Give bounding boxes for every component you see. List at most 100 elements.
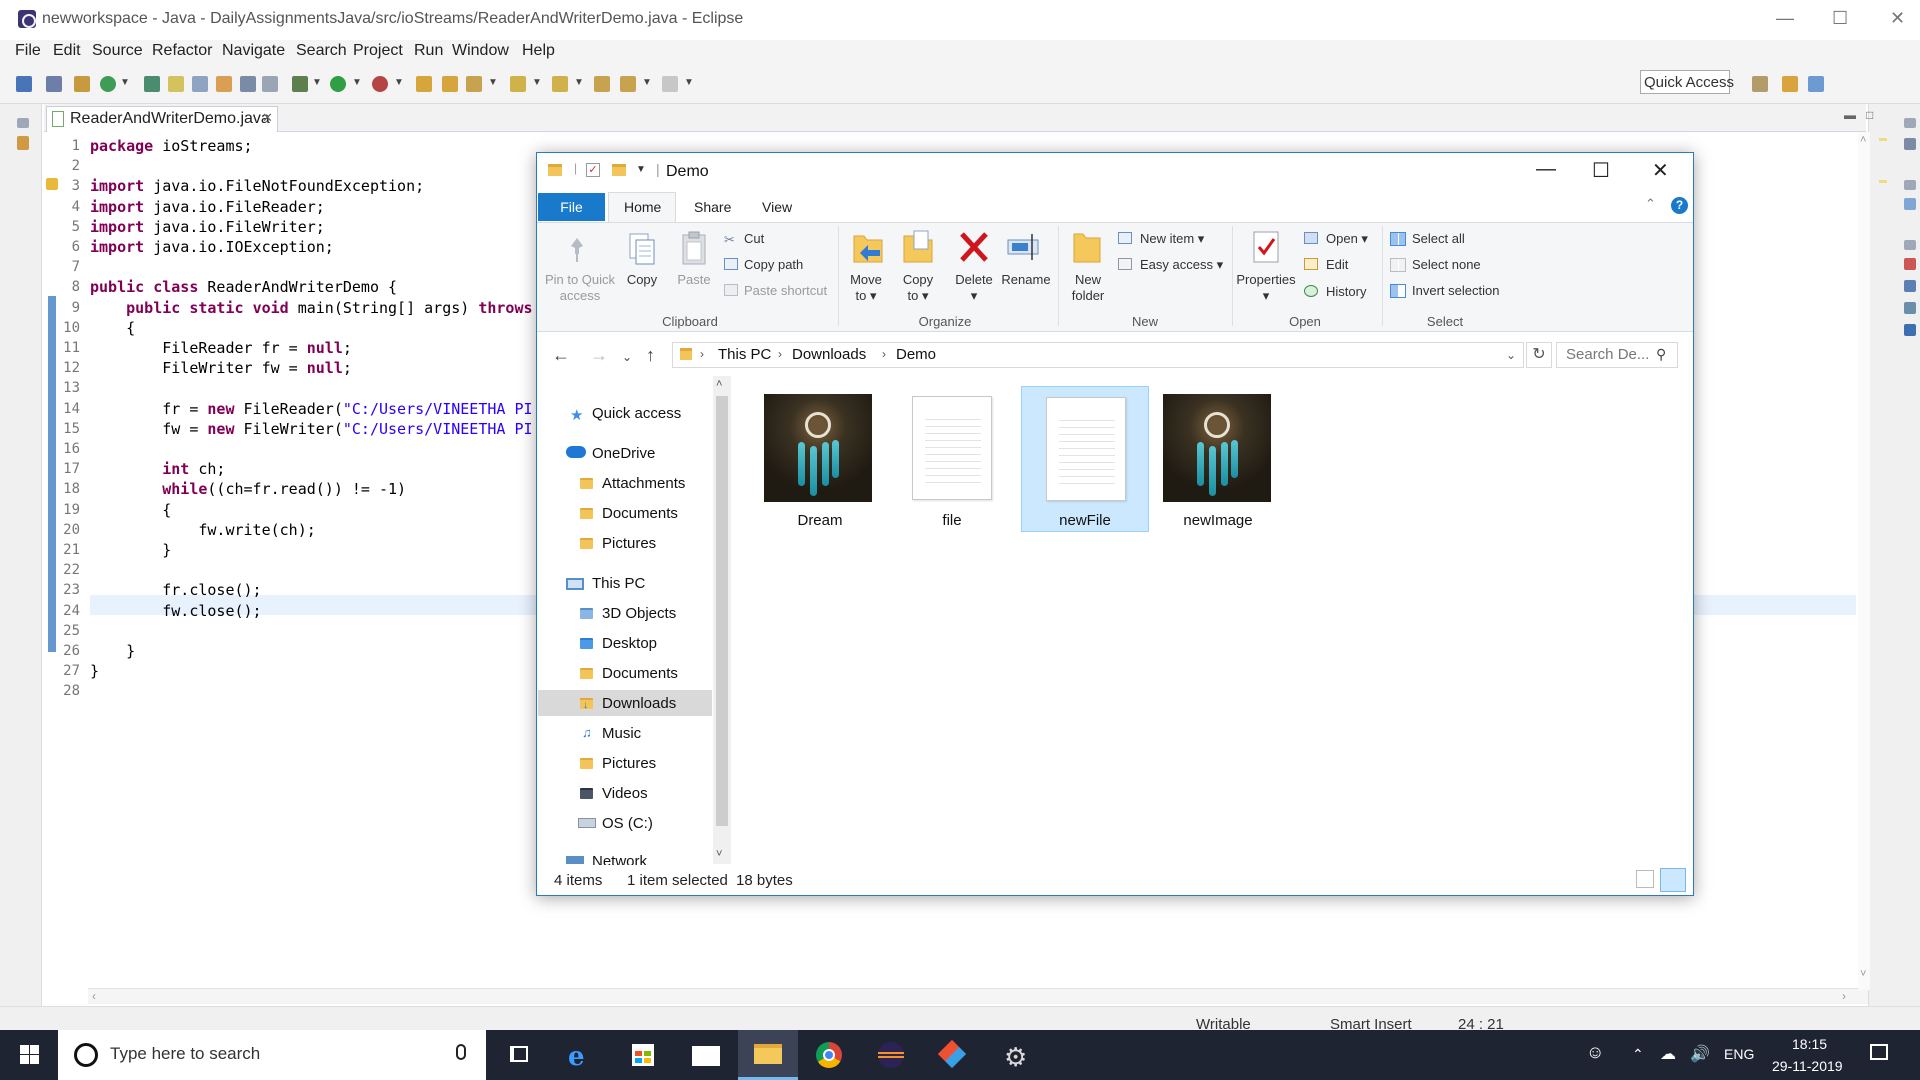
customize-qat-icon[interactable]: ▼ [636,164,646,175]
paste-shortcut-button[interactable]: Paste shortcut [744,283,827,298]
back-arrow-icon[interactable]: ← [552,345,570,366]
nav-music[interactable]: Music [602,725,641,742]
outline-icon[interactable] [1904,138,1916,150]
minimize-icon[interactable]: — [1536,158,1556,181]
open-folder-icon[interactable] [416,76,432,92]
scroll-left-icon[interactable]: ‹ [92,989,96,1003]
paste-button[interactable]: Paste [674,272,714,287]
scroll-down-icon[interactable]: ˅ [1860,968,1866,980]
start-button[interactable] [0,1030,58,1080]
java-perspective-icon[interactable] [1808,76,1824,92]
large-icons-view-icon[interactable] [1660,868,1686,892]
delete-button[interactable]: Delete [952,272,996,287]
onedrive-tray-icon[interactable]: ☁ [1660,1044,1676,1064]
horizontal-scrollbar[interactable] [88,988,1868,1004]
next-annotation-icon[interactable] [510,76,526,92]
nav-3d-objects[interactable]: 3D Objects [602,605,676,622]
maximize-icon[interactable]: ☐ [1592,158,1610,183]
scroll-up-icon[interactable]: ˄ [1860,134,1866,146]
file-item-dream[interactable] [756,386,884,532]
open-button[interactable]: Open ▾ [1326,231,1368,247]
scroll-down-icon[interactable]: ˅ [716,848,722,860]
search-file-icon[interactable] [216,76,232,92]
clock-date[interactable]: 29-11-2019 [1772,1058,1843,1074]
chevron-down-icon[interactable]: ▼ [574,77,584,88]
open-task-icon[interactable] [442,76,458,92]
nav-onedrive-pictures[interactable]: Pictures [602,535,656,552]
copy-to-button[interactable]: Copy to ▾ [898,272,938,304]
code-line[interactable]: while((ch=fr.read()) != -1) [90,480,406,498]
menu-run[interactable]: Run [414,42,443,60]
nav-quick-access[interactable]: Quick access [592,405,681,422]
clock-time[interactable]: 18:15 [1792,1036,1827,1052]
code-line[interactable]: fw = new FileWriter("C:/Users/VINEETHA P… [90,420,532,438]
code-line[interactable]: FileReader fr = null; [90,339,352,357]
properties-qat-icon[interactable]: ✓ [586,163,600,177]
toggle-mark-icon[interactable] [192,76,208,92]
code-line[interactable]: import java.io.FileReader; [90,198,325,216]
restore-icon[interactable] [1904,118,1916,128]
select-all-button[interactable]: Select all [1412,231,1465,246]
nav-onedrive-documents[interactable]: Documents [602,505,678,522]
open-brush-icon[interactable] [466,76,482,92]
chevron-down-icon[interactable]: ▼ [642,77,652,88]
minimize-icon[interactable]: — [1776,8,1794,29]
debug-icon[interactable] [292,76,308,92]
menu-project[interactable]: Project [353,42,403,60]
build-icon[interactable] [74,76,90,92]
last-edit-icon[interactable] [594,76,610,92]
copy-path-button[interactable]: Copy path [744,257,803,272]
move-to-button[interactable]: Move to ▾ [846,272,886,304]
store-button[interactable] [614,1030,674,1080]
open-type-icon[interactable] [144,76,160,92]
code-line[interactable]: } [90,541,171,559]
file-item-newimage[interactable] [1154,386,1282,532]
code-line[interactable]: fw.write(ch); [90,521,315,539]
java-ee-perspective-icon[interactable] [1782,76,1798,92]
tab-home[interactable]: Home [624,199,661,215]
nav-this-pc[interactable]: This PC [592,575,645,592]
nav-onedrive[interactable]: OneDrive [592,445,655,462]
run-icon[interactable] [330,76,346,92]
code-line[interactable]: public class ReaderAndWriterDemo { [90,278,397,296]
mail-button[interactable] [676,1030,736,1080]
menu-navigate[interactable]: Navigate [222,42,285,60]
nav-videos[interactable]: Videos [602,785,648,802]
back-icon[interactable] [620,76,636,92]
code-line[interactable]: fr.close(); [90,581,261,599]
chevron-down-icon[interactable]: ▼ [394,77,404,88]
prev-annotation-icon[interactable] [552,76,568,92]
menu-file[interactable]: File [15,42,41,60]
console-icon[interactable] [1904,324,1916,336]
breadcrumb-this-pc[interactable]: This PC [718,346,771,363]
problems-icon[interactable] [1904,258,1916,270]
code-line[interactable]: { [90,319,135,337]
chevron-down-icon[interactable]: ▼ [352,77,362,88]
code-line[interactable]: public static void main(String[] args) t… [90,299,532,317]
code-line[interactable]: int ch; [90,460,225,478]
close-icon[interactable]: ✕ [262,110,273,126]
code-line[interactable]: } [90,642,135,660]
nav-desktop[interactable]: Desktop [602,635,657,652]
delete-dropdown-icon[interactable]: ▾ [966,288,982,304]
properties-button[interactable]: Properties [1234,272,1298,287]
skip-breakpoints-icon[interactable] [46,76,62,92]
code-line[interactable]: fr = new FileReader("C:/Users/VINEETHA P… [90,400,532,418]
menu-refactor[interactable]: Refactor [152,42,212,60]
show-whitespace-icon[interactable] [240,76,256,92]
refresh-icon[interactable]: ↻ [1526,342,1552,368]
highlight-icon[interactable] [168,76,184,92]
chevron-down-icon[interactable]: ▼ [532,77,542,88]
language-indicator[interactable]: ENG [1724,1046,1754,1062]
search-icon[interactable]: ⚲ [1656,346,1666,363]
package-explorer-icon[interactable] [17,136,29,150]
quick-access-input[interactable]: Quick Access [1640,70,1734,94]
properties-dropdown-icon[interactable]: ▾ [1258,288,1274,304]
action-center-icon[interactable] [1870,1044,1888,1060]
breadcrumb-demo[interactable]: Demo [896,346,936,363]
tab-view[interactable]: View [762,199,792,215]
close-icon[interactable]: ✕ [1652,158,1669,183]
maximize-icon[interactable]: ☐ [1832,8,1848,29]
new-folder-qat-icon[interactable] [612,164,626,176]
collapse-ribbon-icon[interactable]: ⌃ [1645,196,1656,212]
